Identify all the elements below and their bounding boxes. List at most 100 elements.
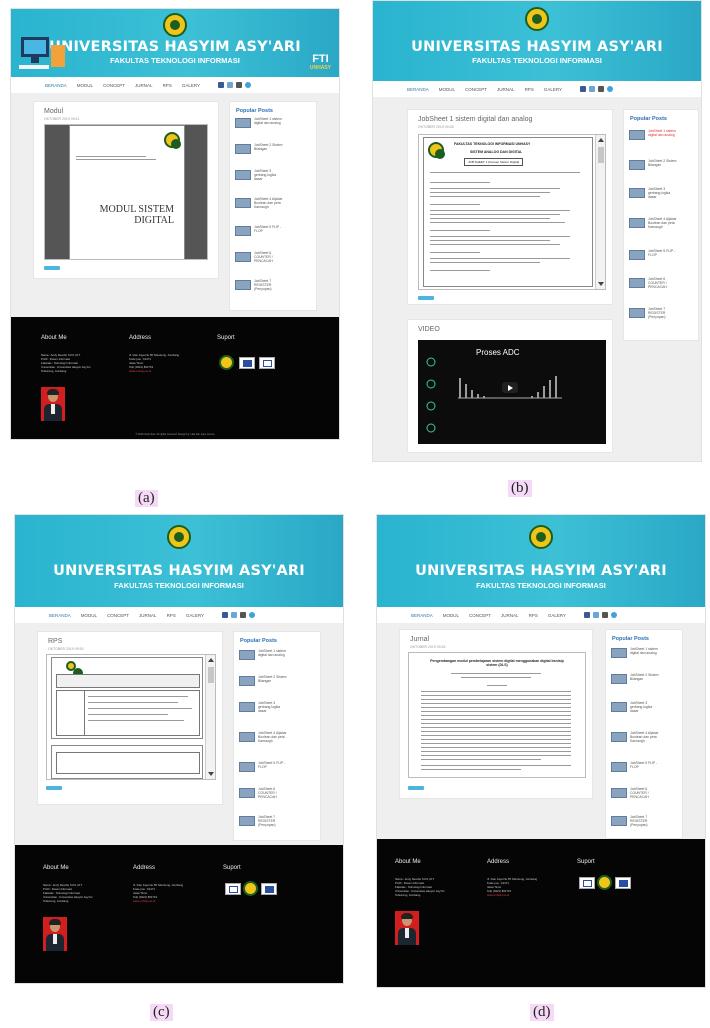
nav-item-galery[interactable]: GALERY xyxy=(544,87,562,92)
nav-item-galery[interactable]: GALERY xyxy=(548,613,566,618)
support-logo-1-icon[interactable] xyxy=(225,883,241,895)
popular-item-label[interactable]: JobSheet 4 Aljabar Boolean dan peta Karn… xyxy=(258,731,288,743)
popular-item-label[interactable]: JobSheet 1 sistem digital dan analog xyxy=(648,129,678,138)
viewer-scrollbar[interactable] xyxy=(595,135,605,289)
popular-item[interactable]: JobSheet 6 COUNTER / PENCACAH xyxy=(235,251,304,268)
popular-item[interactable]: JobSheet 3 gerbang logika dasar xyxy=(611,701,672,718)
popular-item[interactable]: JobSheet 7 REGISTER (Penyopan) xyxy=(629,307,688,324)
website-link[interactable]: www.unhasy.ac.id xyxy=(133,899,203,903)
document-viewer[interactable]: Pengembangan modul pembelajaran sistem d… xyxy=(408,652,586,778)
popular-item[interactable]: JobSheet 6 COUNTER / PENCACAH xyxy=(611,787,672,804)
nav-item-modul[interactable]: MODUL xyxy=(443,613,459,618)
popular-item-label[interactable]: JobSheet 7 REGISTER (Penyopan) xyxy=(648,307,678,319)
popular-item[interactable]: JobSheet 2 Sistem Bilangan xyxy=(239,675,308,692)
nav-item-beranda[interactable]: BERANDA xyxy=(407,87,429,92)
nav-item-rps[interactable]: RPS xyxy=(163,83,172,88)
popular-item-label[interactable]: JobSheet 4 Aljabar Boolean dan peta Karn… xyxy=(254,197,284,209)
facebook-icon[interactable] xyxy=(584,612,591,618)
document-viewer[interactable] xyxy=(46,654,216,780)
popular-item-label[interactable]: JobSheet 7 REGISTER (Penyopan) xyxy=(254,279,284,291)
popular-item[interactable]: JobSheet 1 sistem digital dan analog xyxy=(629,129,688,146)
popular-item-label[interactable]: JobSheet 4 Aljabar Boolean dan peta Karn… xyxy=(648,217,678,229)
popular-item[interactable]: JobSheet 6 COUNTER / PENCACAH xyxy=(239,787,308,804)
popular-item-label[interactable]: JobSheet 6 COUNTER / PENCACAH xyxy=(648,277,678,289)
play-button[interactable] xyxy=(502,382,518,393)
support-logo-3-icon[interactable] xyxy=(615,877,631,889)
website-link[interactable]: www.unhasy.ac.id xyxy=(487,893,557,897)
nav-item-beranda[interactable]: BERANDA xyxy=(45,83,67,88)
nav-item-beranda[interactable]: BERANDA xyxy=(49,613,71,618)
nav-item-jurnal[interactable]: JURNAL xyxy=(139,613,157,618)
popular-item[interactable]: JobSheet 1 sistem digital dan analog xyxy=(235,117,304,134)
popular-item[interactable]: JobSheet 7 REGISTER (Penyopan) xyxy=(239,815,308,832)
popular-item[interactable]: JobSheet 1 sistem digital dan analog xyxy=(239,649,308,666)
popular-item[interactable]: JobSheet 3 gerbang logika dasar xyxy=(239,701,308,718)
calendar-icon[interactable] xyxy=(227,82,234,88)
web-icon[interactable] xyxy=(607,86,614,92)
support-logo-unhasy-icon[interactable] xyxy=(243,881,258,896)
nav-item-concept[interactable]: CONCEPT xyxy=(107,613,129,618)
popular-item-label[interactable]: JobSheet 1 sistem digital dan analog xyxy=(630,647,660,656)
support-logo-unhasy-icon[interactable] xyxy=(219,355,234,370)
nav-item-concept[interactable]: CONCEPT xyxy=(469,613,491,618)
nav-item-jurnal[interactable]: JURNAL xyxy=(135,83,153,88)
popular-item-label[interactable]: JobSheet 3 gerbang logika dasar xyxy=(254,169,284,181)
popular-item[interactable]: JobSheet 4 Aljabar Boolean dan peta Karn… xyxy=(611,731,672,748)
nav-item-jurnal[interactable]: JURNAL xyxy=(497,87,515,92)
popular-item-label[interactable]: JobSheet 5 FLIP - FLOP xyxy=(254,225,284,234)
nav-item-rps[interactable]: RPS xyxy=(525,87,534,92)
android-icon[interactable] xyxy=(598,86,605,92)
nav-item-modul[interactable]: MODUL xyxy=(439,87,455,92)
popular-item-label[interactable]: JobSheet 7 REGISTER (Penyopan) xyxy=(258,815,288,827)
download-button[interactable] xyxy=(44,266,60,270)
popular-item[interactable]: JobSheet 4 Aljabar Boolean dan peta Karn… xyxy=(629,217,688,234)
popular-item[interactable]: JobSheet 5 FLIP - FLOP xyxy=(235,225,304,242)
support-logo-3-icon[interactable] xyxy=(261,883,277,895)
support-logo-2-icon[interactable] xyxy=(239,357,255,369)
nav-item-rps[interactable]: RPS xyxy=(529,613,538,618)
popular-item-label[interactable]: JobSheet 2 Sistem Bilangan xyxy=(648,159,678,168)
popular-item[interactable]: JobSheet 3 gerbang logika dasar xyxy=(235,169,304,186)
document-viewer[interactable]: FAKULTAS TEKNOLOGI INFORMASI UNHASY SIST… xyxy=(418,134,606,290)
popular-item-label[interactable]: JobSheet 5 FLIP - FLOP xyxy=(258,761,288,770)
facebook-icon[interactable] xyxy=(218,82,225,88)
web-icon[interactable] xyxy=(249,612,256,618)
popular-item-label[interactable]: JobSheet 2 Sistem Bilangan xyxy=(258,675,288,684)
popular-item[interactable]: JobSheet 4 Aljabar Boolean dan peta Karn… xyxy=(239,731,308,748)
popular-item-label[interactable]: JobSheet 7 REGISTER (Penyopan) xyxy=(630,815,660,827)
android-icon[interactable] xyxy=(602,612,609,618)
popular-item-label[interactable]: JobSheet 3 gerbang logika dasar xyxy=(630,701,660,713)
popular-item-label[interactable]: JobSheet 6 COUNTER / PENCACAH xyxy=(630,787,660,799)
popular-item[interactable]: JobSheet 5 FLIP - FLOP xyxy=(611,761,672,778)
popular-item[interactable]: JobSheet 4 Aljabar Boolean dan peta Karn… xyxy=(235,197,304,214)
facebook-icon[interactable] xyxy=(222,612,229,618)
popular-item-label[interactable]: JobSheet 5 FLIP - FLOP xyxy=(630,761,660,770)
nav-item-concept[interactable]: CONCEPT xyxy=(103,83,125,88)
nav-item-galery[interactable]: GALERY xyxy=(182,83,200,88)
popular-item[interactable]: JobSheet 2 Sistem Bilangan xyxy=(611,673,672,690)
support-logo-unhasy-icon[interactable] xyxy=(597,875,612,890)
document-viewer[interactable]: MODUL SISTEM DIGITAL xyxy=(44,124,208,260)
popular-item-label[interactable]: JobSheet 5 FLIP - FLOP xyxy=(648,249,678,258)
download-button[interactable] xyxy=(46,786,62,790)
popular-item[interactable]: JobSheet 5 FLIP - FLOP xyxy=(629,249,688,266)
popular-item[interactable]: JobSheet 2 Sistem Bilangan xyxy=(235,143,304,160)
calendar-icon[interactable] xyxy=(593,612,600,618)
popular-item-label[interactable]: JobSheet 3 gerbang logika dasar xyxy=(648,187,678,199)
video-player[interactable]: Proses ADC xyxy=(418,340,606,444)
nav-item-galery[interactable]: GALERY xyxy=(186,613,204,618)
support-logo-3-icon[interactable] xyxy=(259,357,275,369)
nav-item-rps[interactable]: RPS xyxy=(167,613,176,618)
facebook-icon[interactable] xyxy=(580,86,587,92)
popular-item-label[interactable]: JobSheet 1 sistem digital dan analog xyxy=(254,117,284,126)
website-link[interactable]: www.unhasy.ac.id xyxy=(129,369,199,373)
calendar-icon[interactable] xyxy=(589,86,596,92)
popular-item-label[interactable]: JobSheet 4 Aljabar Boolean dan peta Karn… xyxy=(630,731,660,743)
popular-item[interactable]: JobSheet 7 REGISTER (Penyopan) xyxy=(611,815,672,832)
download-button[interactable] xyxy=(418,296,434,300)
android-icon[interactable] xyxy=(236,82,243,88)
popular-item[interactable]: JobSheet 7 REGISTER (Penyopan) xyxy=(235,279,304,296)
popular-item-label[interactable]: JobSheet 6 COUNTER / PENCACAH xyxy=(258,787,288,799)
nav-item-jurnal[interactable]: JURNAL xyxy=(501,613,519,618)
android-icon[interactable] xyxy=(240,612,247,618)
